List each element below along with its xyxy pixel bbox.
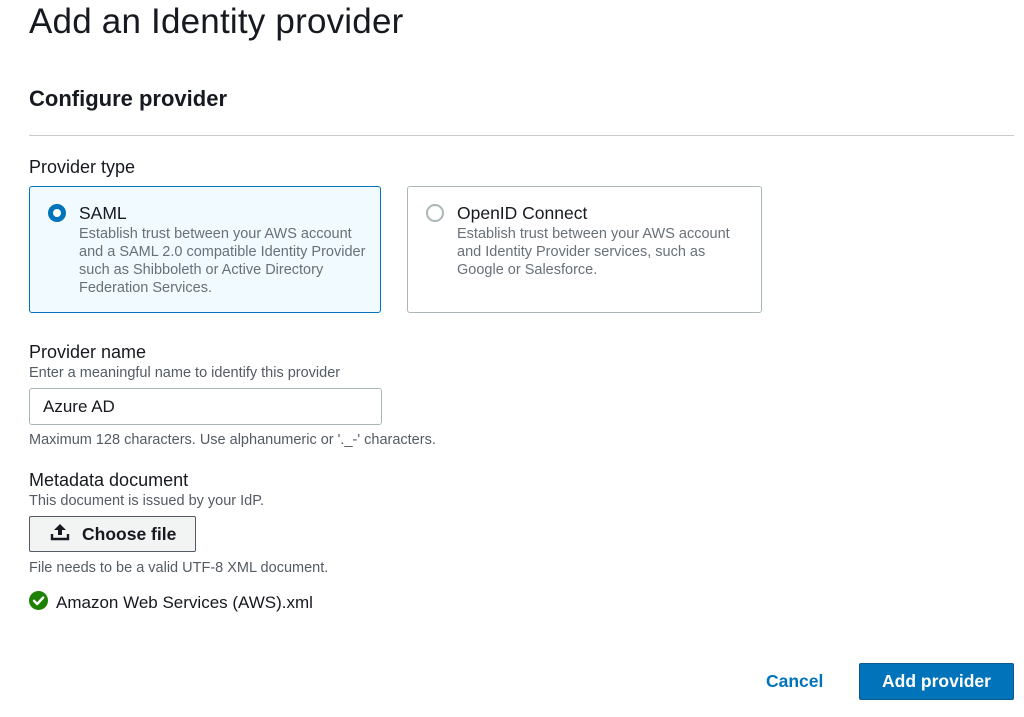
metadata-document-label: Metadata document: [29, 470, 189, 490]
provider-name-input[interactable]: [29, 388, 382, 425]
saml-title: SAML: [79, 203, 127, 223]
uploaded-file-name: Amazon Web Services (AWS).xml: [56, 593, 313, 612]
cancel-button[interactable]: Cancel: [766, 671, 823, 692]
choose-file-label: Choose file: [82, 523, 177, 544]
saml-radio[interactable]: [48, 204, 66, 222]
provider-type-saml-tile[interactable]: SAML Establish trust between your AWS ac…: [29, 186, 381, 313]
openid-description: Establish trust between your AWS account…: [457, 226, 730, 278]
choose-file-button[interactable]: Choose file: [29, 516, 196, 552]
provider-type-openid-tile[interactable]: OpenID Connect Establish trust between y…: [407, 186, 762, 313]
provider-name-label: Provider name: [29, 342, 147, 362]
openid-radio[interactable]: [426, 204, 444, 222]
openid-title: OpenID Connect: [457, 203, 588, 223]
section-title: Configure provider: [29, 86, 228, 111]
page-title: Add an Identity provider: [29, 2, 404, 41]
provider-type-label: Provider type: [29, 157, 136, 177]
section-divider: [29, 135, 1014, 136]
check-circle-icon: [29, 591, 48, 615]
metadata-document-description: This document is issued by your IdP.: [29, 493, 265, 509]
add-provider-button[interactable]: Add provider: [859, 663, 1014, 700]
saml-description: Establish trust between your AWS account…: [79, 226, 366, 296]
upload-icon: [50, 523, 70, 546]
uploaded-file-status: Amazon Web Services (AWS).xml: [29, 591, 313, 615]
provider-name-description: Enter a meaningful name to identify this…: [29, 365, 341, 381]
provider-name-constraint: Maximum 128 characters. Use alphanumeric…: [29, 432, 436, 448]
metadata-constraint: File needs to be a valid UTF-8 XML docum…: [29, 560, 329, 576]
